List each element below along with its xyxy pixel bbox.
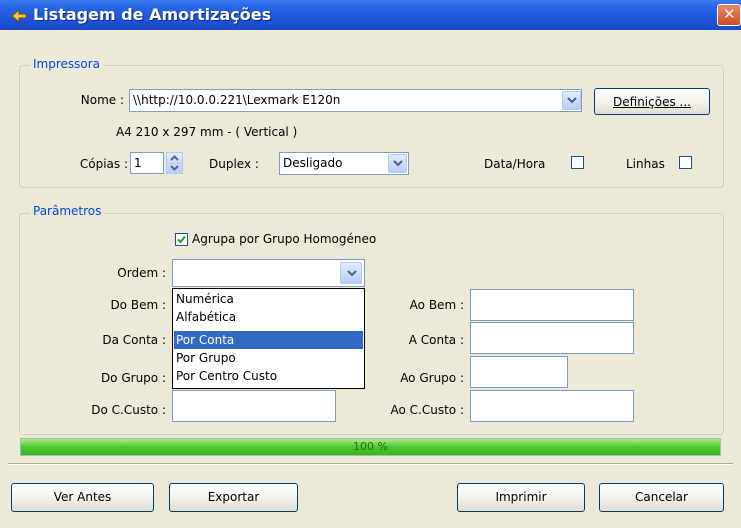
window-title: Listagem de Amortizações (33, 5, 272, 24)
nome-select[interactable]: \\http://10.0.0.221\Lexmark E120n (129, 89, 582, 112)
checkmark-icon (177, 235, 186, 244)
ordem-select[interactable] (172, 259, 365, 287)
exportar-label: Exportar (207, 490, 260, 504)
datahora-checkbox[interactable] (571, 156, 584, 169)
duplex-value: Desligado (283, 156, 343, 170)
progress-text: 100 % (353, 440, 388, 453)
ordem-option[interactable]: Por Grupo (174, 349, 363, 367)
exportar-button[interactable]: Exportar (169, 483, 298, 512)
definicoes-label: Definições ... (613, 95, 691, 109)
chevron-down-icon (347, 270, 357, 277)
ordem-option[interactable]: Numérica (174, 290, 363, 308)
progress-bar: 100 % (20, 438, 721, 456)
nome-label: Nome : (80, 93, 124, 107)
close-button[interactable]: ✕ (717, 4, 741, 26)
ordem-dropdown-list: Numérica Alfabética Por Conta Por Grupo … (172, 288, 365, 389)
duplex-dropdown-button[interactable] (388, 154, 407, 173)
chevron-down-icon (567, 97, 577, 104)
duplex-label: Duplex : (209, 157, 259, 171)
ao-grupo-label: Ao Grupo : (400, 371, 464, 385)
footer-separator (8, 463, 733, 465)
ver-antes-button[interactable]: Ver Antes (11, 483, 154, 512)
imprimir-label: Imprimir (495, 490, 547, 504)
a-conta-input[interactable] (470, 322, 634, 354)
ao-grupo-input[interactable] (470, 356, 568, 388)
copias-spinner[interactable] (166, 152, 183, 174)
parametros-legend: Parâmetros (30, 204, 105, 218)
paper-info: A4 210 x 297 mm - ( Vertical ) (116, 125, 298, 139)
linhas-label: Linhas (626, 157, 665, 171)
ao-bem-input[interactable] (470, 289, 634, 321)
nome-value: \\http://10.0.0.221\Lexmark E120n (133, 93, 341, 107)
nome-dropdown-button[interactable] (562, 91, 581, 110)
a-conta-label: A Conta : (408, 333, 464, 347)
close-icon: ✕ (723, 5, 736, 23)
ordem-option-selected[interactable]: Por Conta (174, 331, 363, 349)
imprimir-button[interactable]: Imprimir (457, 483, 585, 512)
definicoes-button[interactable]: Definições ... (594, 88, 710, 115)
do-grupo-label: Do Grupo : (100, 371, 166, 385)
agrupa-label: Agrupa por Grupo Homogéneo (192, 232, 377, 246)
ordem-label: Ordem : (117, 266, 166, 280)
ver-antes-label: Ver Antes (53, 490, 112, 504)
report-arrow-icon (11, 8, 27, 24)
agrupa-checkbox[interactable] (175, 233, 188, 246)
title-bar[interactable]: Listagem de Amortizações ✕ (0, 0, 741, 30)
datahora-label: Data/Hora (484, 157, 546, 171)
dialog-window: Listagem de Amortizações ✕ Impressora No… (0, 0, 741, 528)
cancelar-button[interactable]: Cancelar (599, 483, 724, 512)
copias-input[interactable]: 1 (130, 152, 164, 174)
copias-value: 1 (134, 156, 142, 170)
cancelar-label: Cancelar (635, 490, 688, 504)
do-ccusto-input[interactable] (172, 390, 336, 422)
ordem-option[interactable]: Por Centro Custo (174, 367, 363, 385)
ao-bem-label: Ao Bem : (409, 298, 464, 312)
da-conta-label: Da Conta : (102, 333, 166, 347)
do-bem-label: Do Bem : (110, 298, 166, 312)
chevron-down-icon (393, 160, 403, 167)
ordem-option[interactable]: Alfabética (174, 308, 363, 326)
ordem-dropdown-button[interactable] (340, 262, 362, 284)
spin-updown-icon (170, 155, 179, 171)
impressora-legend: Impressora (30, 57, 104, 71)
do-ccusto-label: Do C.Custo : (91, 403, 166, 417)
ao-ccusto-input[interactable] (470, 390, 634, 422)
ao-ccusto-label: Ao C.Custo : (390, 403, 465, 417)
linhas-checkbox[interactable] (679, 156, 692, 169)
copias-label: Cópias : (79, 157, 128, 171)
